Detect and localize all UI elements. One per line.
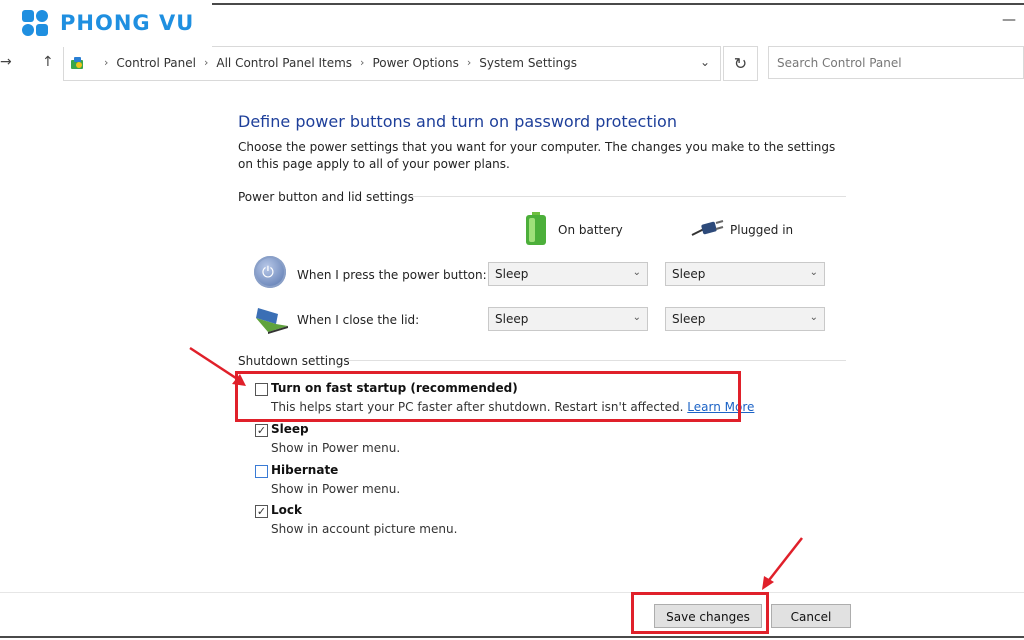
chevron-down-icon: ⌄	[632, 312, 641, 323]
brand-logo: PHONG VU	[0, 0, 212, 47]
divider	[410, 196, 846, 197]
select-value: Sleep	[495, 312, 529, 326]
select-value: Sleep	[672, 267, 706, 281]
breadcrumb-power-options[interactable]: Power Options	[372, 56, 458, 70]
chevron-down-icon: ⌄	[809, 267, 818, 278]
control-panel-icon	[71, 57, 83, 69]
breadcrumb-separator: ›	[360, 56, 365, 69]
sleep-desc: Show in Power menu.	[271, 441, 401, 455]
battery-icon	[526, 212, 546, 245]
lock-checkbox[interactable]: ✓	[255, 505, 268, 518]
cancel-button[interactable]: Cancel	[771, 604, 851, 628]
breadcrumb-separator: ›	[203, 56, 209, 69]
up-arrow-icon[interactable]: ↑	[42, 54, 54, 70]
select-value: Sleep	[672, 312, 706, 326]
chevron-down-icon: ⌄	[809, 312, 818, 323]
highlight-box-save	[631, 592, 769, 634]
page-description: Choose the power settings that you want …	[238, 140, 836, 171]
hibernate-checkbox[interactable]	[255, 465, 268, 478]
minimize-button[interactable]: —	[1002, 12, 1016, 28]
power-button-label: When I press the power button:	[297, 268, 487, 282]
power-button-icon: ⏻	[254, 256, 286, 288]
lock-desc: Show in account picture menu.	[271, 522, 458, 536]
red-arrow-icon	[189, 346, 246, 386]
breadcrumb-system-settings[interactable]: System Settings	[479, 56, 577, 70]
refresh-icon[interactable]: ↻	[723, 46, 758, 81]
hibernate-label: Hibernate	[271, 463, 339, 477]
address-bar[interactable]: › Control Panel › All Control Panel Item…	[63, 46, 721, 81]
power-section-header: Power button and lid settings	[238, 190, 414, 204]
search-input[interactable]: Search Control Panel	[768, 46, 1024, 79]
laptop-lid-icon	[256, 308, 288, 334]
chevron-down-icon: ⌄	[632, 267, 641, 278]
hibernate-desc: Show in Power menu.	[271, 482, 401, 496]
breadcrumb: › Control Panel › All Control Panel Item…	[102, 56, 577, 70]
breadcrumb-all-items[interactable]: All Control Panel Items	[216, 56, 352, 70]
page-title: Define power buttons and turn on passwor…	[238, 112, 677, 131]
button-bar-divider	[0, 592, 1024, 593]
breadcrumb-separator: ›	[104, 56, 109, 69]
close-lid-plugged-select[interactable]: Sleep ⌄	[665, 307, 825, 331]
brand-logo-text: PHONG VU	[60, 11, 195, 35]
control-panel-window: — PHONG VU → ↑ › Control Panel › All Con…	[0, 0, 1024, 640]
breadcrumb-separator: ›	[466, 56, 472, 69]
chevron-down-icon[interactable]: ⌄	[700, 55, 710, 69]
col-plugged-in: Plugged in	[730, 223, 794, 237]
highlight-box-fast-startup	[235, 371, 741, 422]
col-on-battery: On battery	[558, 223, 623, 237]
power-button-plugged-select[interactable]: Sleep ⌄	[665, 262, 825, 286]
sleep-label: Sleep	[271, 422, 309, 436]
red-arrow-icon	[762, 537, 803, 590]
plug-icon	[691, 220, 724, 236]
main-content: Define power buttons and turn on passwor…	[238, 112, 848, 131]
select-value: Sleep	[495, 267, 529, 281]
close-lid-battery-select[interactable]: Sleep ⌄	[488, 307, 648, 331]
sleep-checkbox[interactable]: ✓	[255, 424, 268, 437]
shutdown-section-header: Shutdown settings	[238, 354, 350, 368]
window-bottom-border	[0, 636, 1024, 638]
close-lid-label: When I close the lid:	[297, 313, 420, 327]
lock-label: Lock	[271, 503, 302, 517]
power-button-battery-select[interactable]: Sleep ⌄	[488, 262, 648, 286]
brand-logo-icon	[22, 10, 54, 42]
breadcrumb-control-panel[interactable]: Control Panel	[116, 56, 196, 70]
forward-arrow-icon[interactable]: →	[0, 54, 12, 70]
divider	[346, 360, 846, 361]
